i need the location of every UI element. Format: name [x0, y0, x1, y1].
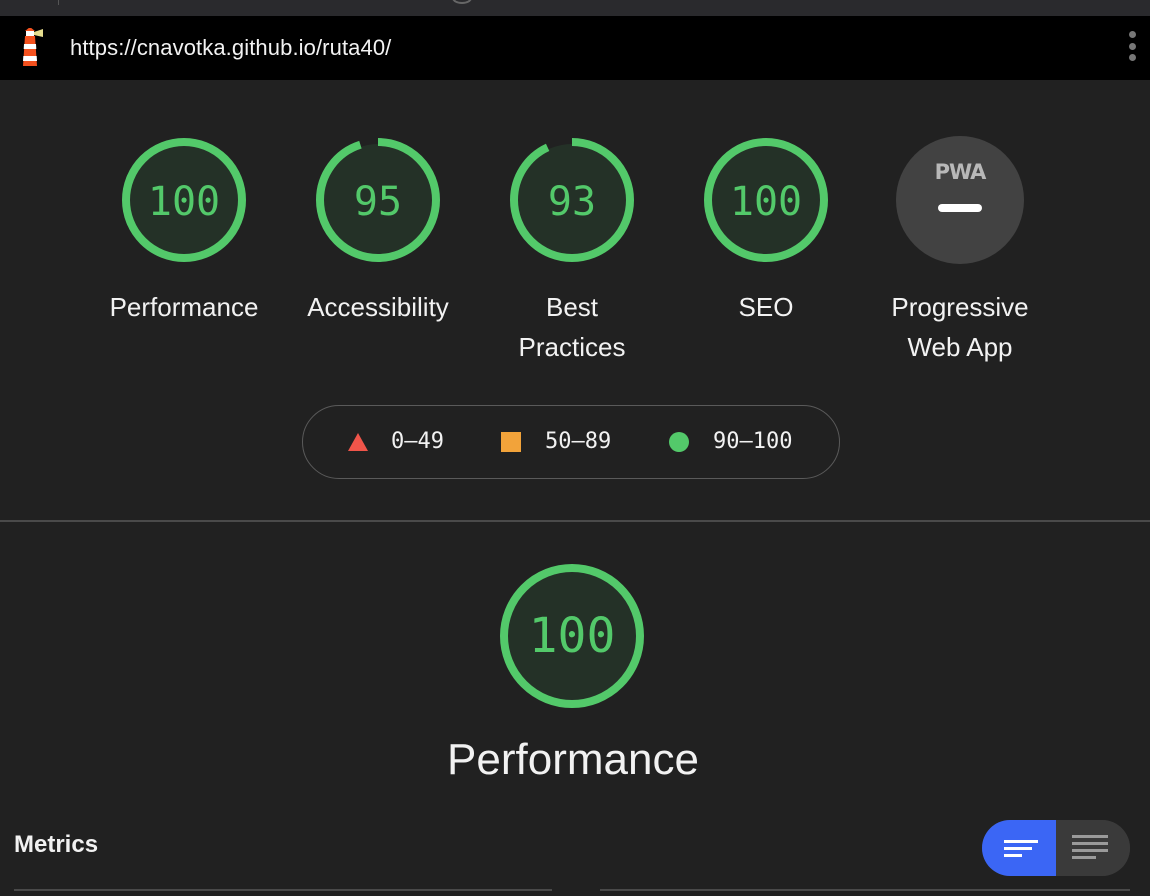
- gauge-ring: 93: [510, 138, 634, 262]
- detail-view-icon: [1072, 835, 1108, 859]
- report-url[interactable]: https://cnavotka.github.io/ruta40/: [70, 35, 391, 61]
- metrics-rule-right: [600, 889, 1130, 891]
- gauge-label: Progressive Web App: [891, 292, 1029, 362]
- pwa-badge-icon: PWA —: [896, 136, 1024, 264]
- gauge-score: 95: [354, 179, 402, 225]
- detail-view-button[interactable]: [1056, 820, 1130, 876]
- gauge-best-practices[interactable]: 93 Best Practices: [482, 135, 662, 367]
- lighthouse-logo-icon: [23, 28, 43, 66]
- report-topbar: https://cnavotka.github.io/ruta40/: [0, 16, 1150, 80]
- gauge-score: 100: [730, 179, 802, 225]
- metrics-heading: Metrics: [14, 831, 99, 858]
- category-title: Performance: [447, 735, 699, 784]
- gauge-seo[interactable]: 100 SEO: [676, 135, 856, 327]
- circle-icon: [669, 432, 689, 452]
- gauge-label: Best Practices: [518, 292, 626, 362]
- gauge-score: 93: [548, 179, 596, 225]
- gauge-ring: 100: [704, 138, 828, 262]
- gauge-label: Accessibility: [307, 292, 449, 322]
- gauge-ring: 95: [316, 138, 440, 262]
- metrics-rule-left: [14, 889, 552, 891]
- triangle-icon: [348, 433, 368, 451]
- square-icon: [501, 432, 521, 452]
- legend-average-range: 50–89: [545, 429, 612, 454]
- pwa-badge-text: PWA: [935, 160, 988, 184]
- gauge-pwa[interactable]: PWA — Progressive Web App: [870, 135, 1050, 367]
- more-options-icon[interactable]: [1126, 31, 1138, 65]
- section-divider: [0, 520, 1150, 522]
- score-scale-legend: 0–49 50–89 90–100: [302, 405, 840, 479]
- gauge-label: SEO: [738, 292, 794, 322]
- legend-fail-range: 0–49: [391, 429, 444, 454]
- summary-view-button[interactable]: [982, 820, 1056, 876]
- tab-separator: [58, 0, 59, 5]
- metrics-view-toggle: [982, 820, 1130, 876]
- category-gauge: 100: [500, 564, 644, 708]
- legend-pass-range: 90–100: [713, 429, 793, 454]
- gauge-label: Performance: [109, 292, 259, 322]
- window-top-strip: [0, 0, 1150, 17]
- pwa-dash-icon: [938, 204, 982, 212]
- gauge-performance[interactable]: 100 Performance: [94, 135, 274, 327]
- scores-header: 100 Performance 95 Accessibility 93 Best…: [0, 80, 1150, 521]
- gauge-accessibility[interactable]: 95 Accessibility: [288, 135, 468, 327]
- category-score: 100: [529, 608, 616, 664]
- partial-icon: [452, 0, 472, 4]
- summary-view-icon: [1004, 840, 1038, 857]
- gauge-ring: 100: [122, 138, 246, 262]
- gauge-score: 100: [148, 179, 220, 225]
